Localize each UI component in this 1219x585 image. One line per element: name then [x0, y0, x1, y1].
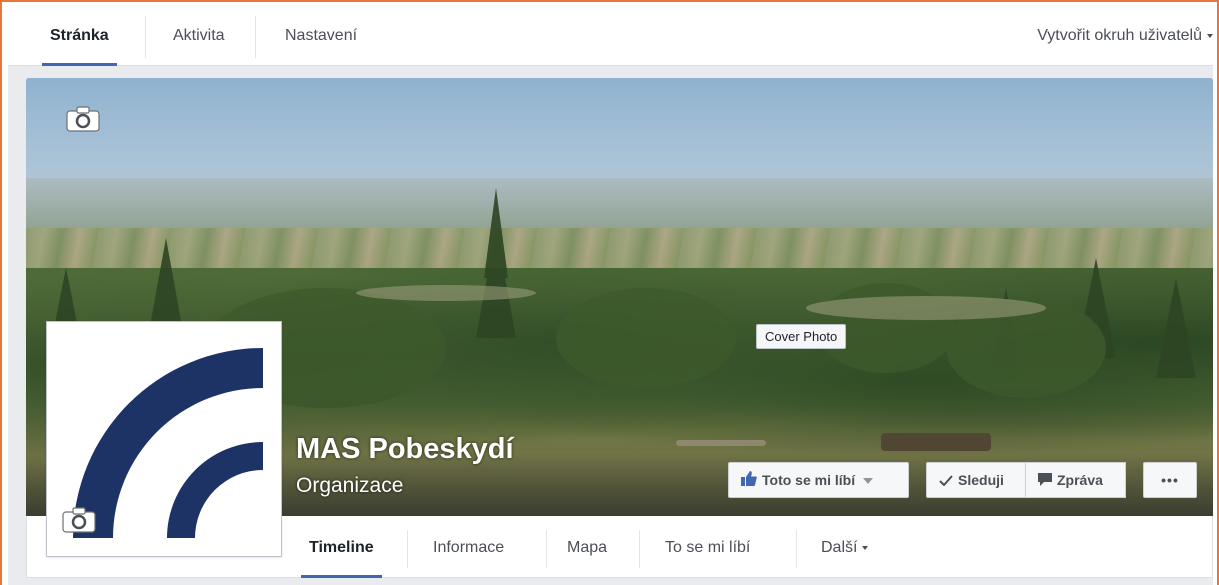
more-options-button[interactable]: ••• [1143, 462, 1197, 498]
admin-tab-page[interactable]: Stránka [42, 8, 117, 66]
divider [546, 530, 547, 568]
camera-icon[interactable] [66, 106, 100, 132]
admin-nav: Stránka Aktivita Nastavení Vytvořit okru… [8, 8, 1213, 66]
like-button[interactable]: Toto se mi líbí [728, 462, 909, 498]
message-icon [1038, 464, 1052, 498]
divider [796, 530, 797, 568]
create-audience-button[interactable]: Vytvořit okruh uživatelů [1037, 8, 1213, 66]
tab-map[interactable]: Mapa [567, 516, 607, 578]
message-button[interactable]: Zpráva [1026, 462, 1126, 498]
tab-likes[interactable]: To se mi líbí [665, 516, 750, 578]
divider [255, 16, 256, 58]
cover-photo-tooltip: Cover Photo [756, 324, 847, 349]
divider [407, 530, 408, 568]
tab-timeline[interactable]: Timeline [301, 516, 382, 578]
page-title[interactable]: MAS Pobeskydí [296, 433, 514, 466]
camera-icon[interactable] [62, 507, 96, 533]
page-category[interactable]: Organizace [296, 474, 403, 498]
follow-button[interactable]: Sleduji [926, 462, 1026, 498]
caret-down-icon [863, 478, 874, 485]
follow-button-label: Sleduji [958, 472, 1004, 488]
profile-picture[interactable] [46, 321, 282, 557]
checkmark-icon [939, 464, 953, 498]
admin-tab-settings[interactable]: Nastavení [285, 8, 357, 66]
like-button-label: Toto se mi líbí [762, 472, 856, 488]
divider [639, 530, 640, 568]
message-button-label: Zpráva [1057, 472, 1103, 488]
tab-more[interactable]: Další [821, 516, 869, 578]
tab-more-label: Další [821, 539, 858, 556]
admin-tab-activity[interactable]: Aktivita [173, 8, 225, 66]
caret-down-icon [862, 545, 869, 550]
create-audience-label: Vytvořit okruh uživatelů [1037, 27, 1202, 44]
tab-about[interactable]: Informace [433, 516, 504, 578]
caret-down-icon [1207, 33, 1213, 38]
thumbs-up-icon [741, 464, 757, 498]
divider [145, 16, 146, 58]
